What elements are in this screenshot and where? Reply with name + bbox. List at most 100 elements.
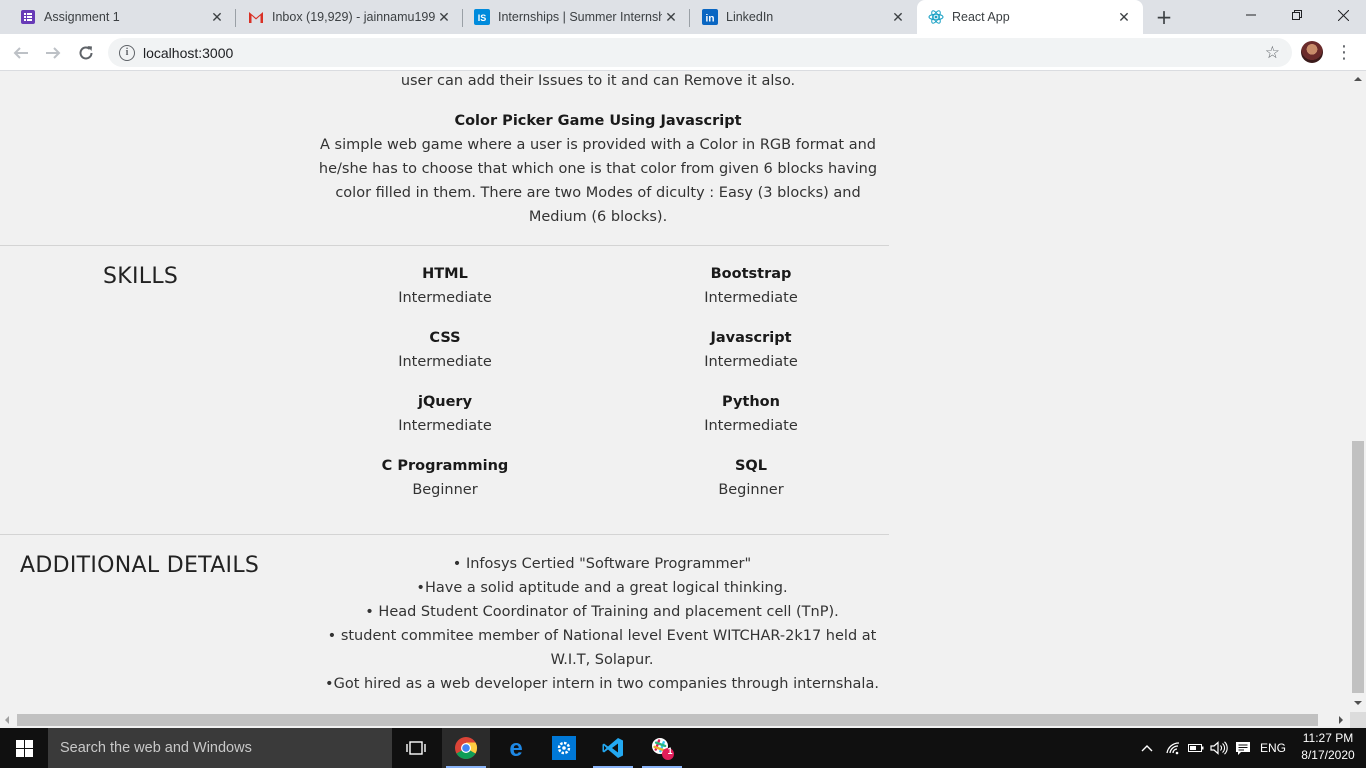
close-icon[interactable]: ✕ bbox=[435, 8, 453, 26]
skill-item: CSS Intermediate bbox=[345, 326, 545, 374]
avatar[interactable] bbox=[1301, 41, 1323, 63]
skill-item: Bootstrap Intermediate bbox=[651, 262, 851, 310]
scroll-up-icon[interactable] bbox=[1354, 77, 1362, 81]
language-indicator[interactable]: ENG bbox=[1256, 728, 1290, 768]
skill-item: SQL Beginner bbox=[651, 454, 851, 502]
section-divider bbox=[0, 534, 889, 535]
task-view-icon[interactable] bbox=[392, 728, 440, 768]
taskbar-search-input[interactable]: Search the web and Windows bbox=[48, 728, 392, 768]
wifi-icon[interactable] bbox=[1162, 728, 1184, 768]
internshala-icon: IS bbox=[474, 9, 490, 25]
slack-badge: 1 bbox=[667, 746, 673, 756]
skill-level: Intermediate bbox=[704, 354, 798, 370]
project-title: Color Picker Game Using Javascript bbox=[454, 113, 742, 129]
skill-item: HTML Intermediate bbox=[345, 262, 545, 310]
page-content: user can add their Issues to it and can … bbox=[0, 71, 1350, 712]
scrollbar-thumb[interactable] bbox=[1352, 441, 1364, 693]
skill-level: Beginner bbox=[718, 482, 784, 498]
skill-level: Intermediate bbox=[398, 354, 492, 370]
skill-item: C Programming Beginner bbox=[345, 454, 545, 502]
volume-icon[interactable] bbox=[1208, 728, 1230, 768]
skill-item: jQuery Intermediate bbox=[345, 390, 545, 438]
skill-name: Javascript bbox=[710, 330, 792, 346]
scroll-right-icon[interactable] bbox=[1339, 716, 1343, 724]
close-icon[interactable]: ✕ bbox=[889, 8, 907, 26]
skill-level: Intermediate bbox=[398, 418, 492, 434]
browser-toolbar: i localhost:3000 ☆ bbox=[0, 34, 1366, 71]
tab-title: Inbox (19,929) - jainnamu1999 bbox=[272, 10, 435, 24]
restore-icon[interactable] bbox=[1274, 0, 1320, 30]
window-close-icon[interactable] bbox=[1320, 0, 1366, 30]
tab-strip: Assignment 1 ✕ Inbox (19,929) - jainnamu… bbox=[0, 0, 1366, 34]
scrollbar-corner bbox=[1350, 712, 1366, 728]
taskbar-clock[interactable]: 11:27 PM 8/17/2020 bbox=[1290, 730, 1366, 764]
skill-name: SQL bbox=[734, 458, 767, 474]
detail-line: •Have a solid aptitude and a great logic… bbox=[416, 580, 788, 596]
tab-title: Assignment 1 bbox=[44, 10, 120, 24]
back-icon[interactable] bbox=[7, 39, 35, 67]
browser-menu-icon[interactable]: ⋮ bbox=[1335, 42, 1353, 63]
search-placeholder: Search the web and Windows bbox=[60, 740, 252, 756]
skill-name: Python bbox=[722, 394, 780, 410]
close-icon[interactable]: ✕ bbox=[208, 8, 226, 26]
minimize-icon[interactable] bbox=[1228, 0, 1274, 30]
forward-icon[interactable] bbox=[39, 39, 67, 67]
skill-level: Beginner bbox=[412, 482, 478, 498]
skill-name: C Programming bbox=[381, 458, 509, 474]
additional-details-list: • Infosys Certied "Software Programmer" … bbox=[310, 552, 894, 696]
chrome-icon[interactable] bbox=[442, 728, 490, 768]
clock-date: 8/17/2020 bbox=[1301, 748, 1355, 762]
reload-icon[interactable] bbox=[72, 39, 100, 67]
battery-icon[interactable] bbox=[1186, 728, 1206, 768]
forms-icon bbox=[20, 9, 36, 25]
svg-text:in: in bbox=[706, 14, 715, 25]
url-text[interactable]: localhost:3000 bbox=[143, 45, 233, 61]
edge-icon[interactable]: e bbox=[492, 728, 540, 768]
additional-details-heading: ADDITIONAL DETAILS bbox=[20, 553, 260, 578]
tab-title: LinkedIn bbox=[726, 10, 774, 24]
skill-name: CSS bbox=[429, 330, 461, 346]
skill-level: Intermediate bbox=[398, 290, 492, 306]
skill-level: Intermediate bbox=[704, 418, 798, 434]
new-tab-button[interactable]: + bbox=[1152, 5, 1176, 29]
close-icon[interactable]: ✕ bbox=[662, 8, 680, 26]
tab-title: React App bbox=[952, 10, 1010, 24]
tab-inbox[interactable]: Inbox (19,929) - jainnamu1999 ✕ bbox=[236, 0, 463, 34]
windows-start-icon[interactable] bbox=[0, 728, 48, 768]
tab-title: Internships | Summer Internshi bbox=[498, 10, 662, 24]
settings-app-icon[interactable] bbox=[540, 728, 588, 768]
slack-icon[interactable]: 1 bbox=[638, 728, 686, 768]
skill-level: Intermediate bbox=[704, 290, 798, 306]
skill-name: Bootstrap bbox=[710, 266, 792, 282]
skill-item: Javascript Intermediate bbox=[651, 326, 851, 374]
scroll-left-icon[interactable] bbox=[5, 716, 9, 724]
tab-assignment[interactable]: Assignment 1 ✕ bbox=[0, 0, 236, 34]
detail-line: • student commitee member of National le… bbox=[327, 628, 877, 668]
bookmark-star-icon[interactable]: ☆ bbox=[1265, 43, 1280, 63]
clock-time: 11:27 PM bbox=[1302, 731, 1354, 745]
tab-linkedin[interactable]: in LinkedIn ✕ bbox=[690, 0, 917, 34]
site-info-icon[interactable]: i bbox=[119, 44, 135, 61]
horizontal-scrollbar[interactable] bbox=[0, 712, 1350, 728]
linkedin-icon: in bbox=[702, 9, 718, 25]
scrollbar-thumb[interactable] bbox=[17, 714, 1318, 726]
detail-line: • Head Student Coordinator of Training a… bbox=[365, 604, 839, 620]
skill-name: HTML bbox=[422, 266, 468, 282]
chevron-up-icon[interactable] bbox=[1138, 728, 1156, 768]
skill-name: jQuery bbox=[417, 394, 473, 410]
action-center-icon[interactable] bbox=[1232, 728, 1254, 768]
scroll-down-icon[interactable] bbox=[1354, 701, 1362, 705]
project-description-tail: user can add their Issues to it and can … bbox=[400, 73, 796, 89]
svg-text:e: e bbox=[509, 736, 522, 760]
vscode-icon[interactable] bbox=[589, 728, 637, 768]
taskbar: Search the web and Windows e 1 ENG 11:27… bbox=[0, 728, 1366, 768]
close-icon[interactable]: ✕ bbox=[1115, 8, 1133, 26]
project-description: A simple web game where a user is provid… bbox=[318, 137, 878, 225]
tab-internshala[interactable]: IS Internships | Summer Internshi ✕ bbox=[463, 0, 690, 34]
detail-line: •Got hired as a web developer intern in … bbox=[325, 676, 879, 692]
address-bar[interactable]: i localhost:3000 ☆ bbox=[108, 38, 1292, 67]
skills-heading: SKILLS bbox=[103, 264, 179, 289]
vertical-scrollbar[interactable] bbox=[1350, 71, 1366, 712]
section-divider bbox=[0, 245, 889, 246]
tab-react-app[interactable]: React App ✕ bbox=[917, 0, 1143, 34]
